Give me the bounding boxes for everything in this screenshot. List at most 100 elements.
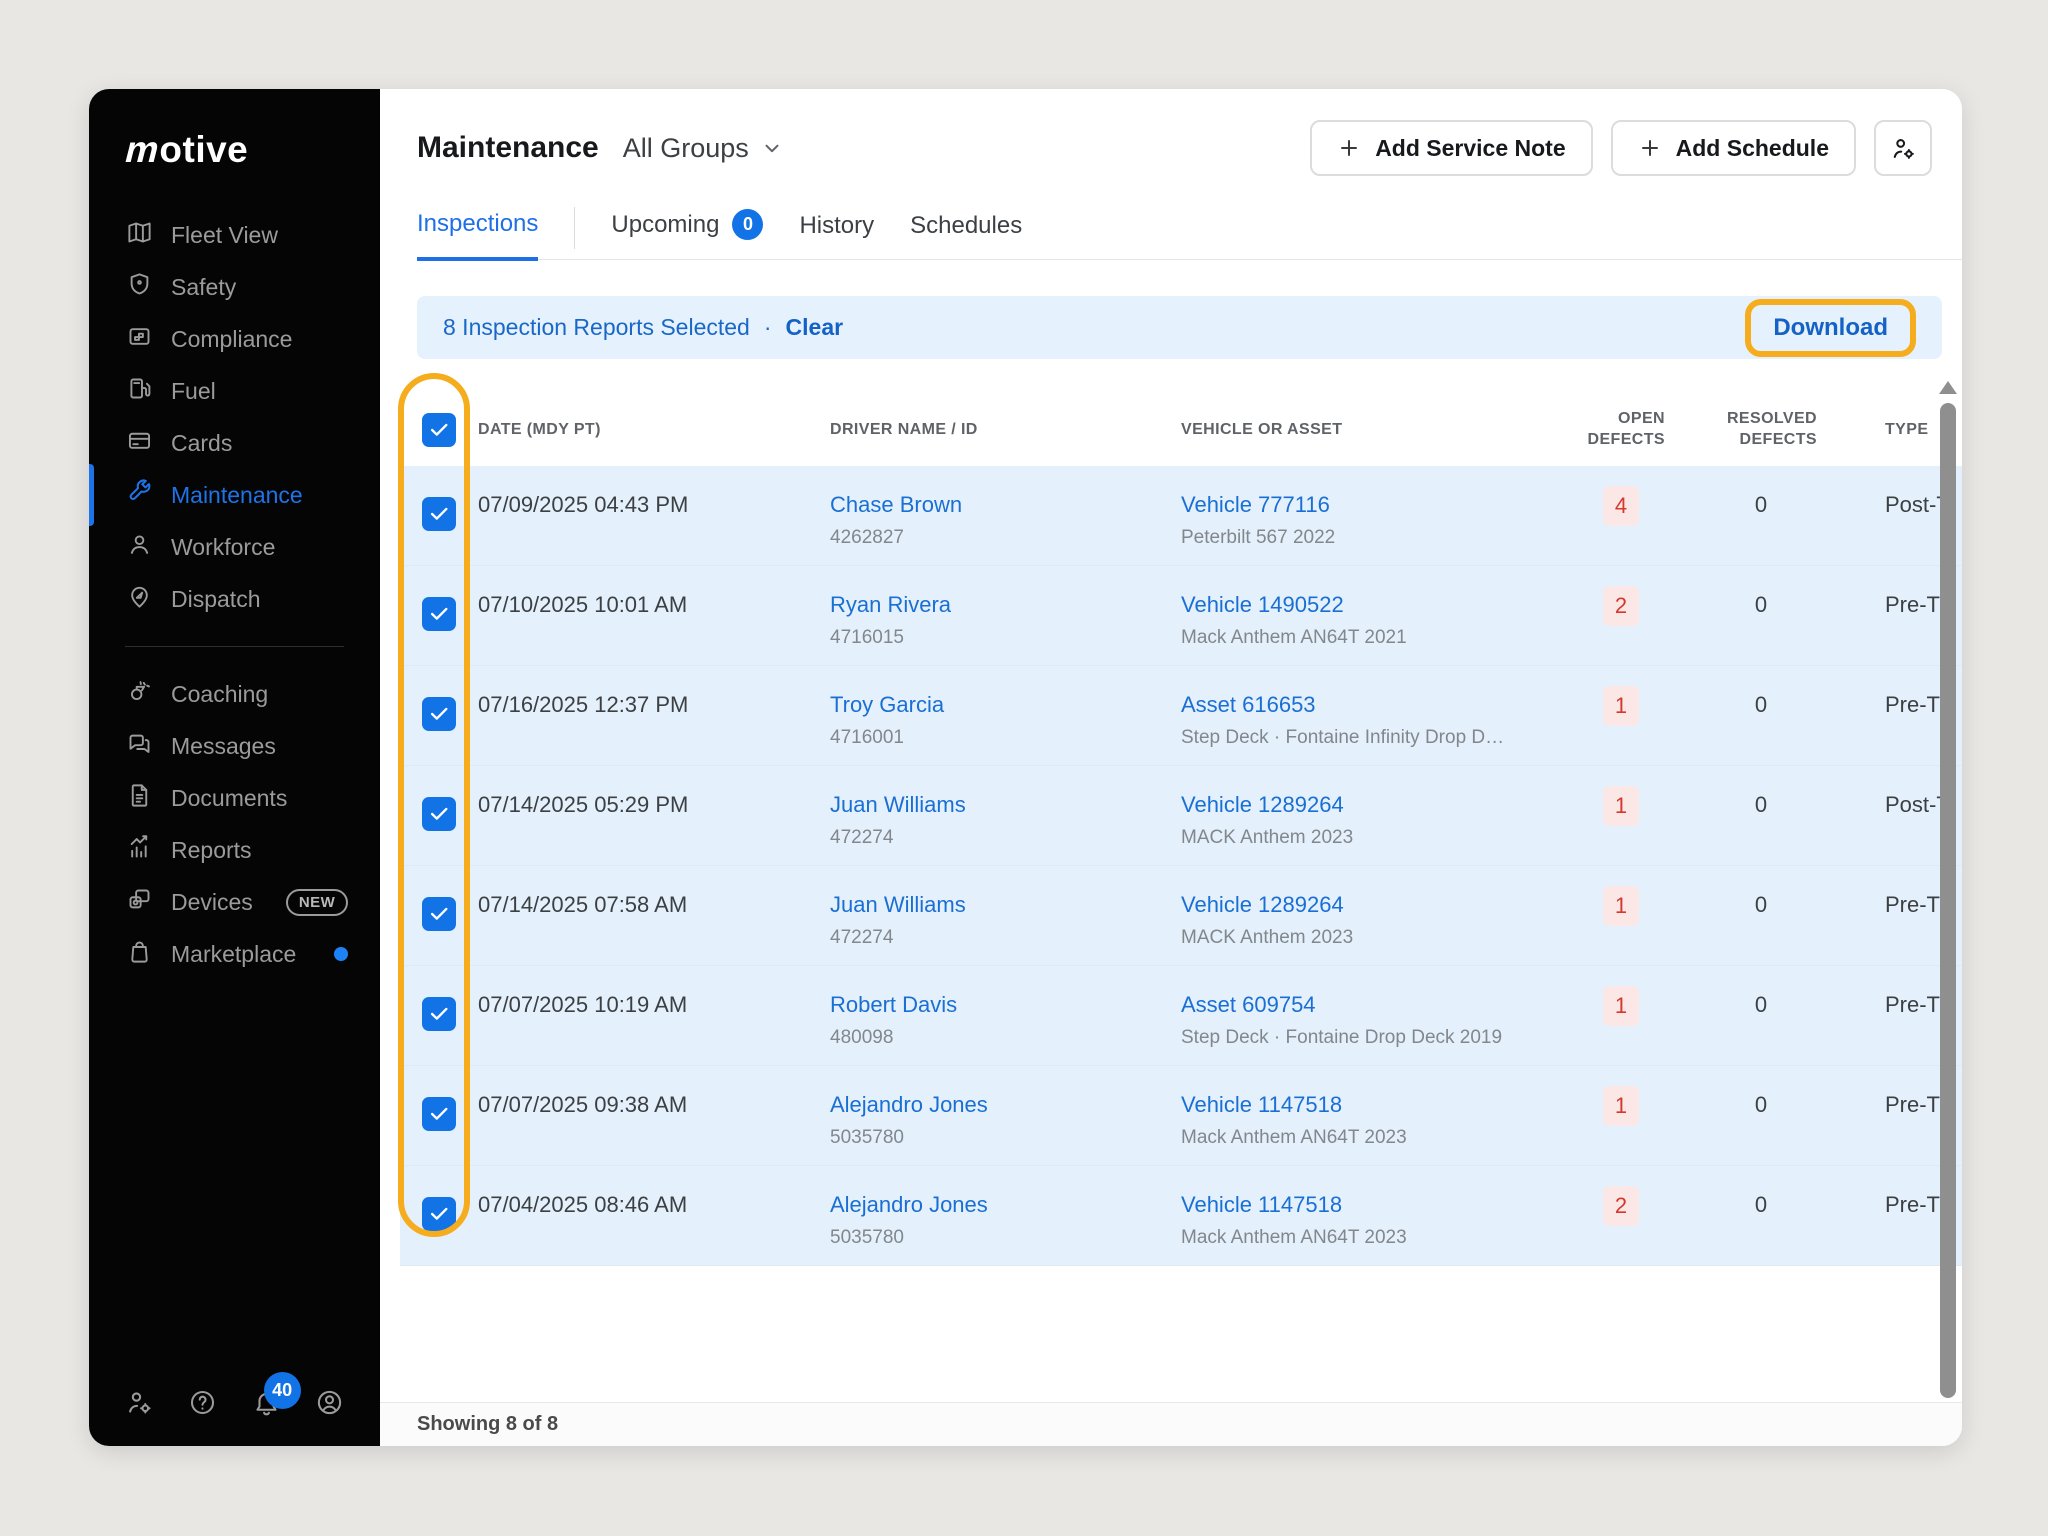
row-checkbox[interactable]	[422, 697, 456, 731]
open-defects-badge: 1	[1603, 686, 1639, 726]
sidebar-item-fuel[interactable]: Fuel	[89, 365, 380, 417]
sidebar-item-label: Devices	[171, 889, 253, 916]
driver-name-link[interactable]: Juan Williams	[830, 892, 1181, 918]
row-checkbox[interactable]	[422, 1097, 456, 1131]
person-icon	[126, 531, 153, 564]
tab-bar: Inspections Upcoming 0 History Schedules	[417, 207, 1962, 260]
vehicle-cell: Asset 616653 Step Deck · Fontaine Infini…	[1181, 666, 1551, 765]
row-checkbox[interactable]	[422, 597, 456, 631]
admin-settings-button[interactable]	[125, 1388, 154, 1422]
table-row[interactable]: 07/10/2025 10:01 AM Ryan Rivera 4716015 …	[400, 566, 1962, 666]
help-button[interactable]	[188, 1388, 217, 1422]
account-button[interactable]	[315, 1388, 344, 1422]
sidebar-item-label: Dispatch	[171, 586, 260, 613]
driver-id: 4716015	[830, 627, 1181, 649]
sidebar-item-workforce[interactable]: Workforce	[89, 521, 380, 573]
add-service-note-button[interactable]: Add Service Note	[1310, 120, 1592, 176]
sidebar-item-marketplace[interactable]: Marketplace	[89, 928, 380, 980]
sidebar-item-documents[interactable]: Documents	[89, 772, 380, 824]
sidebar-item-reports[interactable]: Reports	[89, 824, 380, 876]
select-all-checkbox[interactable]	[422, 413, 456, 447]
table-row[interactable]: 07/14/2025 05:29 PM Juan Williams 472274…	[400, 766, 1962, 866]
vehicle-link[interactable]: Vehicle 1289264	[1181, 792, 1551, 818]
driver-name-link[interactable]: Robert Davis	[830, 992, 1181, 1018]
download-button[interactable]: Download	[1773, 314, 1888, 341]
date-cell: 07/10/2025 10:01 AM	[478, 566, 830, 665]
resolved-defects-cell: 0	[1691, 566, 1831, 665]
vehicle-link[interactable]: Vehicle 1147518	[1181, 1092, 1551, 1118]
sidebar-item-compliance[interactable]: Compliance	[89, 313, 380, 365]
vehicle-description: Mack Anthem AN64T 2021	[1181, 627, 1551, 649]
driver-name-link[interactable]: Troy Garcia	[830, 692, 1181, 718]
driver-name-link[interactable]: Ryan Rivera	[830, 592, 1181, 618]
sidebar-item-label: Documents	[171, 785, 287, 812]
manage-users-button[interactable]	[1874, 120, 1932, 176]
row-checkbox[interactable]	[422, 897, 456, 931]
notifications-button[interactable]: 40	[252, 1388, 281, 1422]
tab-label: Inspections	[417, 210, 538, 238]
table-row[interactable]: 07/09/2025 04:43 PM Chase Brown 4262827 …	[400, 466, 1962, 566]
sidebar-item-label: Safety	[171, 274, 236, 301]
check-icon	[428, 1103, 450, 1125]
table-row[interactable]: 07/07/2025 10:19 AM Robert Davis 480098 …	[400, 966, 1962, 1066]
row-checkbox[interactable]	[422, 1197, 456, 1231]
check-icon	[428, 1203, 450, 1225]
row-checkbox[interactable]	[422, 797, 456, 831]
tab-history[interactable]: History	[799, 212, 874, 259]
driver-name-link[interactable]: Juan Williams	[830, 792, 1181, 818]
row-checkbox-cell	[400, 766, 478, 865]
plus-icon	[1638, 136, 1662, 160]
account-icon	[315, 1388, 344, 1417]
date-cell: 07/14/2025 07:58 AM	[478, 866, 830, 965]
resolved-defects-cell: 0	[1691, 1066, 1831, 1165]
driver-name-link[interactable]: Chase Brown	[830, 492, 1181, 518]
sidebar-item-coaching[interactable]: Coaching	[89, 668, 380, 720]
sidebar-item-fleet-view[interactable]: Fleet View	[89, 209, 380, 261]
table-row[interactable]: 07/16/2025 12:37 PM Troy Garcia 4716001 …	[400, 666, 1962, 766]
sidebar-item-messages[interactable]: Messages	[89, 720, 380, 772]
tab-upcoming[interactable]: Upcoming 0	[611, 209, 763, 259]
driver-name-link[interactable]: Alejandro Jones	[830, 1092, 1181, 1118]
vehicle-description: MACK Anthem 2023	[1181, 927, 1551, 949]
vehicle-link[interactable]: Asset 609754	[1181, 992, 1551, 1018]
row-checkbox[interactable]	[422, 497, 456, 531]
table-footer: Showing 8 of 8	[380, 1402, 1962, 1446]
sidebar-item-devices[interactable]: Devices NEW	[89, 876, 380, 928]
driver-cell: Troy Garcia 4716001	[830, 666, 1181, 765]
chevron-down-icon	[761, 137, 783, 159]
row-checkbox[interactable]	[422, 997, 456, 1031]
driver-id: 4716001	[830, 727, 1181, 749]
sidebar-item-cards[interactable]: Cards	[89, 417, 380, 469]
table-row[interactable]: 07/04/2025 08:46 AM Alejandro Jones 5035…	[400, 1166, 1962, 1266]
add-schedule-button[interactable]: Add Schedule	[1611, 120, 1856, 176]
driver-name-link[interactable]: Alejandro Jones	[830, 1192, 1181, 1218]
header-actions: Add Service Note Add Schedule	[1310, 120, 1932, 176]
vehicle-link[interactable]: Asset 616653	[1181, 692, 1551, 718]
vehicle-link[interactable]: Vehicle 1289264	[1181, 892, 1551, 918]
vehicle-link[interactable]: Vehicle 1147518	[1181, 1192, 1551, 1218]
tab-inspections[interactable]: Inspections	[417, 210, 538, 261]
sidebar-item-safety[interactable]: Safety	[89, 261, 380, 313]
vehicle-link[interactable]: Vehicle 777116	[1181, 492, 1551, 518]
driver-id: 480098	[830, 1027, 1181, 1049]
tab-schedules[interactable]: Schedules	[910, 212, 1022, 259]
vehicle-cell: Vehicle 777116 Peterbilt 567 2022	[1181, 466, 1551, 565]
row-checkbox-cell	[400, 866, 478, 965]
table-row[interactable]: 07/14/2025 07:58 AM Juan Williams 472274…	[400, 866, 1962, 966]
sidebar-item-maintenance[interactable]: Maintenance	[89, 469, 380, 521]
scrollbar-up-arrow[interactable]	[1939, 381, 1957, 394]
sidebar-item-dispatch[interactable]: Dispatch	[89, 573, 380, 625]
new-badge: NEW	[286, 889, 349, 916]
tab-label: Schedules	[910, 212, 1022, 240]
scrollbar-thumb[interactable]	[1940, 403, 1956, 1398]
person-gear-icon	[125, 1388, 154, 1417]
row-checkbox-cell	[400, 1166, 478, 1265]
clear-selection-link[interactable]: Clear	[786, 314, 844, 341]
table-row[interactable]: 07/07/2025 09:38 AM Alejandro Jones 5035…	[400, 1066, 1962, 1166]
page-header: Maintenance All Groups Add Service Note …	[417, 119, 1932, 177]
sidebar-item-label: Compliance	[171, 326, 292, 353]
resolved-defects-cell: 0	[1691, 466, 1831, 565]
group-filter-dropdown[interactable]: All Groups	[623, 133, 783, 164]
vehicle-link[interactable]: Vehicle 1490522	[1181, 592, 1551, 618]
vertical-scrollbar	[1939, 381, 1957, 1398]
